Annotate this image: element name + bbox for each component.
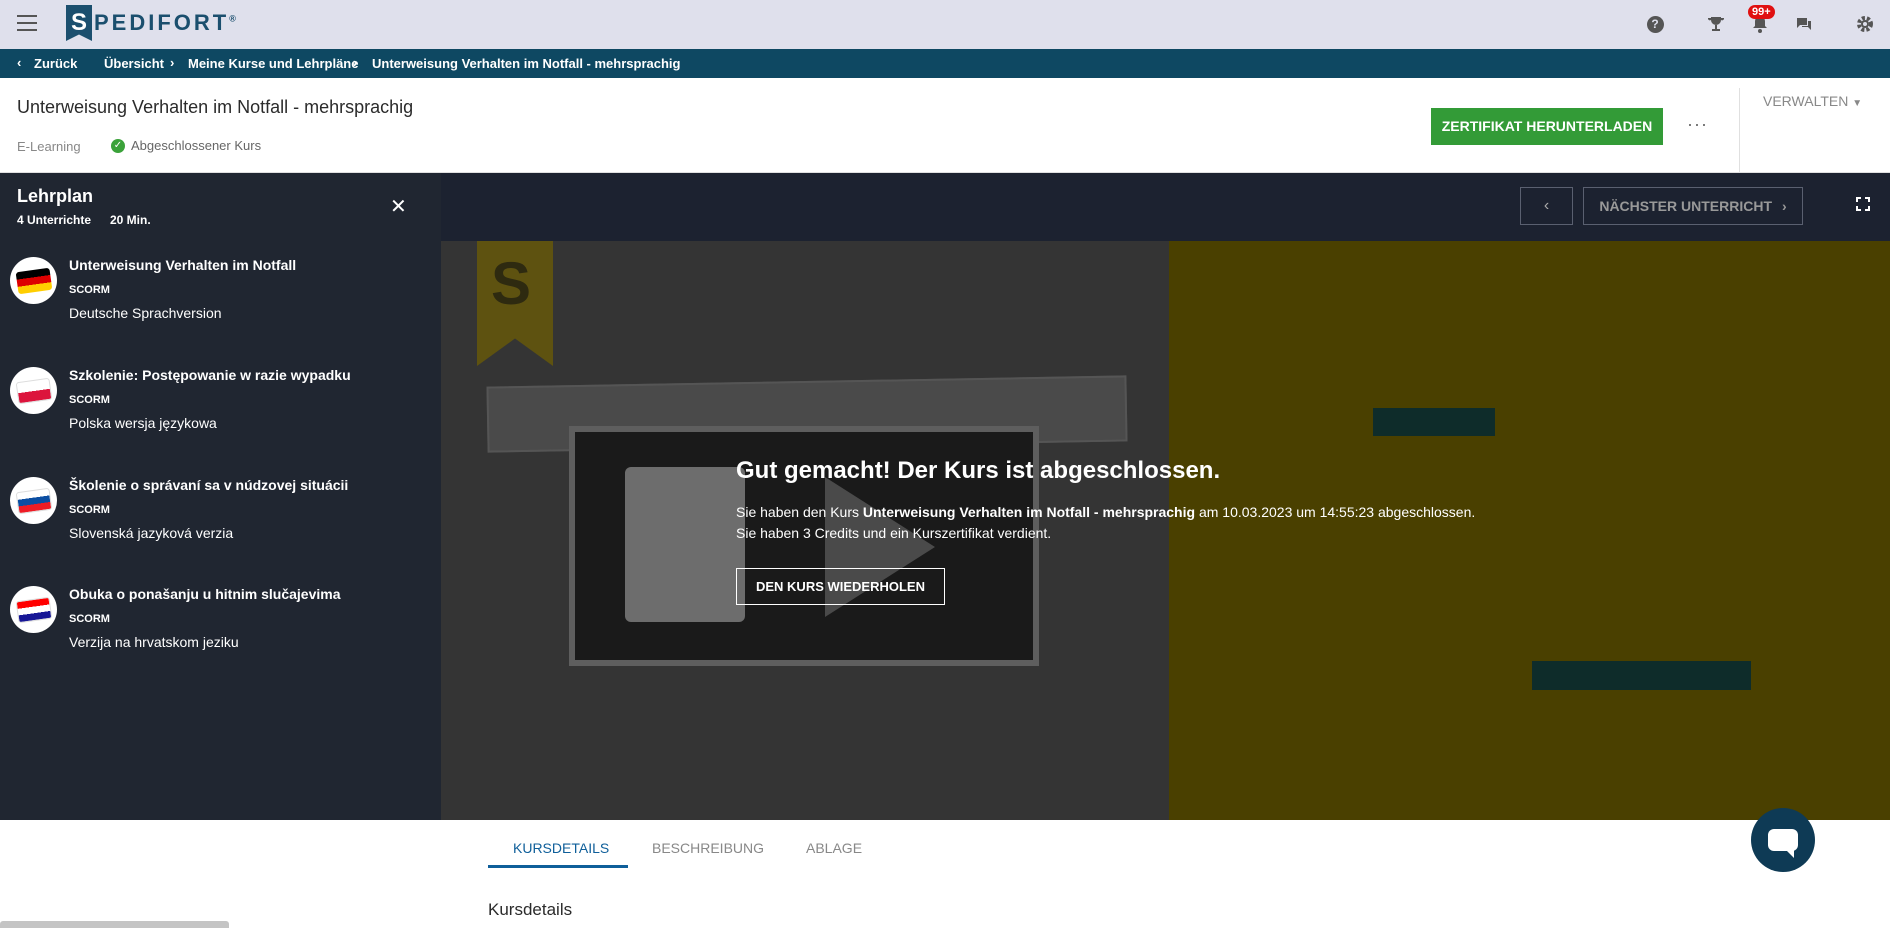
- page-title: Unterweisung Verhalten im Notfall - mehr…: [17, 97, 414, 117]
- fullscreen-icon[interactable]: [1856, 197, 1870, 211]
- lesson-description: Polska wersja językowa: [69, 415, 217, 431]
- chat-icon[interactable]: [1794, 14, 1814, 34]
- logo-letter: S: [66, 5, 92, 41]
- check-circle-icon: ✓: [111, 138, 125, 153]
- menu-icon[interactable]: [17, 15, 37, 31]
- lesson-type: SCORM: [69, 284, 110, 296]
- lesson-item[interactable]: Obuka o ponašanju u hitnim slučajevima S…: [0, 576, 441, 676]
- brand-bookmark: S: [477, 241, 553, 366]
- logo-text: PEDIFORT®: [94, 10, 236, 36]
- logo-name: PEDIFORT: [94, 10, 230, 35]
- sidebar-header: Lehrplan 4 Unterrichte 20 Min. ✕: [0, 173, 441, 241]
- lesson-item[interactable]: Školenie o správaní sa v núdzovej situác…: [0, 467, 441, 567]
- lesson-type: SCORM: [69, 394, 110, 406]
- decor-bar: [1532, 661, 1751, 690]
- curriculum-sidebar: Lehrplan 4 Unterrichte 20 Min. ✕ Unterwe…: [0, 173, 441, 820]
- completion-text: Sie haben den Kurs: [736, 504, 863, 520]
- gear-icon[interactable]: [1855, 14, 1875, 34]
- logo[interactable]: S PEDIFORT®: [66, 5, 236, 41]
- duration: 20 Min.: [110, 213, 151, 227]
- lesson-title: Unterweisung Verhalten im Notfall: [69, 257, 297, 273]
- breadcrumb-my-courses[interactable]: Meine Kurse und Lehrpläne: [188, 56, 358, 71]
- download-certificate-button[interactable]: ZERTIFIKAT HERUNTERLADEN: [1431, 108, 1663, 145]
- completion-date: am 10.03.2023 um 14:55:23 abgeschlossen.: [1195, 504, 1476, 520]
- completion-message: Sie haben den Kurs Unterweisung Verhalte…: [736, 504, 1475, 520]
- completion-title: Gut gemacht! Der Kurs ist abgeschlossen.: [736, 457, 1221, 484]
- lesson-count: 4 Unterrichte: [17, 213, 92, 227]
- chat-button[interactable]: [1751, 808, 1815, 872]
- more-options-button[interactable]: ···: [1687, 114, 1708, 135]
- tab-indicator: [488, 865, 628, 868]
- divider: [1739, 88, 1740, 173]
- background-panel: [1169, 241, 1890, 820]
- tab-storage[interactable]: ABLAGE: [806, 840, 862, 856]
- credits-message: Sie haben 3 Credits und ein Kurszertifik…: [736, 525, 1052, 541]
- breadcrumb: ‹ Zurück Übersicht › Meine Kurse und Leh…: [0, 49, 1890, 78]
- chevron-left-icon: ‹: [17, 55, 22, 70]
- lesson-type: SCORM: [69, 613, 110, 625]
- close-icon[interactable]: ✕: [390, 194, 407, 219]
- trophy-icon[interactable]: [1706, 14, 1726, 34]
- lesson-item[interactable]: Szkolenie: Postępowanie w razie wypadku …: [0, 357, 441, 457]
- help-icon[interactable]: ?: [1645, 14, 1665, 34]
- status-text: Abgeschlossener Kurs: [131, 138, 262, 153]
- status-badge: ✓ Abgeschlossener Kurs: [111, 138, 261, 153]
- course-header: Unterweisung Verhalten im Notfall - mehr…: [0, 78, 1890, 173]
- course-player: S: [441, 241, 1890, 820]
- lesson-title: Školenie o správaní sa v núdzovej situác…: [69, 477, 349, 493]
- logo-mark: ®: [229, 13, 236, 24]
- lesson-description: Deutsche Sprachversion: [69, 305, 222, 321]
- back-link[interactable]: Zurück: [34, 56, 77, 71]
- repeat-course-button[interactable]: DEN KURS WIEDERHOLEN: [736, 568, 945, 605]
- lesson-item[interactable]: Unterweisung Verhalten im Notfall SCORM …: [0, 247, 441, 347]
- previous-lesson-button[interactable]: ‹: [1520, 187, 1573, 225]
- tab-description[interactable]: BESCHREIBUNG: [652, 840, 764, 856]
- chevron-right-icon: ›: [170, 55, 175, 70]
- chevron-left-icon: ‹: [1543, 197, 1550, 214]
- chat-bubble-icon: [1768, 829, 1798, 858]
- manage-label: VERWALTEN: [1763, 93, 1849, 109]
- chevron-right-icon: ›: [353, 55, 358, 70]
- lesson-description: Verzija na hrvatskom jeziku: [69, 634, 239, 650]
- flag-slovakia-icon: [10, 477, 57, 524]
- flag-poland-icon: [10, 367, 57, 414]
- course-type: E-Learning: [17, 139, 81, 154]
- lesson-type: SCORM: [69, 504, 110, 516]
- lesson-title: Obuka o ponašanju u hitnim slučajevima: [69, 586, 341, 602]
- manage-dropdown[interactable]: VERWALTEN ▼: [1763, 93, 1862, 109]
- chevron-right-icon: ›: [1782, 198, 1787, 214]
- sidebar-title: Lehrplan: [17, 186, 94, 206]
- tab-course-details[interactable]: KURSDETAILS: [513, 840, 609, 856]
- lesson-description: Slovenská jazyková verzia: [69, 525, 234, 541]
- breadcrumb-overview[interactable]: Übersicht: [104, 56, 164, 71]
- notification-badge: 99+: [1748, 5, 1775, 19]
- running-man-icon: [625, 467, 745, 622]
- completion-course-name: Unterweisung Verhalten im Notfall - mehr…: [862, 504, 1196, 520]
- top-bar: S PEDIFORT® ? 99+: [0, 0, 1890, 49]
- breadcrumb-current: Unterweisung Verhalten im Notfall - mehr…: [372, 56, 681, 71]
- bottom-strip: [0, 921, 229, 928]
- flag-croatia-icon: [10, 586, 57, 633]
- caret-down-icon: ▼: [1852, 98, 1863, 109]
- next-lesson-label: NÄCHSTER UNTERRICHT: [1599, 198, 1772, 214]
- flag-germany-icon: [10, 257, 57, 304]
- lesson-title: Szkolenie: Postępowanie w razie wypadku: [69, 367, 351, 383]
- next-lesson-button[interactable]: NÄCHSTER UNTERRICHT ›: [1583, 187, 1803, 225]
- section-title: Kursdetails: [488, 900, 573, 919]
- decor-bar: [1373, 408, 1495, 436]
